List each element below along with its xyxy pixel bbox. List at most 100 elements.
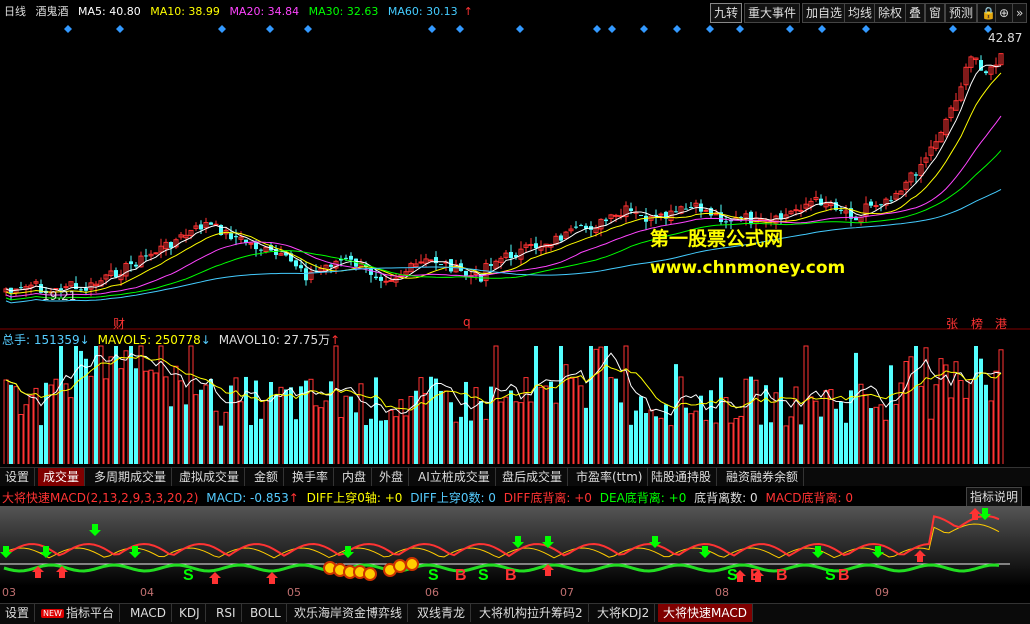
volume-bar-down — [819, 416, 823, 464]
tab-inner[interactable]: 内盘 — [337, 468, 373, 486]
tab-boll[interactable]: BOLL — [245, 604, 287, 622]
candle-down — [464, 270, 468, 276]
volume-bar-up — [163, 376, 169, 464]
zoom-icon[interactable]: ⊕ — [995, 3, 1014, 23]
volume-bar-up — [648, 409, 654, 464]
window-button[interactable]: 窗 — [925, 3, 946, 23]
tab-institution-chips[interactable]: 大将机构拉升筹码2 — [474, 604, 589, 622]
indicator-explain-button[interactable]: 指标说明 — [966, 487, 1023, 507]
add-fav-button[interactable]: 加自选 — [802, 3, 847, 23]
volume-bar-up — [498, 401, 504, 464]
finance-mark[interactable]: 财 — [113, 315, 125, 332]
event-diamond-icon — [456, 25, 464, 33]
indicator-title: 大将快速MACD(2,13,2,9,3,3,20,2) — [2, 491, 199, 505]
tab-double-dragon[interactable]: 双线青龙 — [412, 604, 472, 622]
tab-settings[interactable]: 设置 — [0, 468, 36, 486]
tab-kdj[interactable]: KDJ — [174, 604, 206, 622]
volume-bar-down — [914, 346, 918, 464]
volume-bar-up — [143, 370, 149, 464]
volume-bar-up — [893, 403, 899, 464]
adjust-button[interactable]: 除权 — [874, 3, 907, 23]
tab-rsi[interactable]: RSI — [211, 604, 242, 622]
volume-bar-down — [639, 396, 643, 464]
candle-up — [873, 205, 879, 208]
event-diamond-icon — [862, 25, 870, 33]
event-diamond-icon — [218, 25, 226, 33]
sell-signal-label: S — [727, 567, 738, 584]
volume-bar-up — [333, 345, 339, 464]
volume-bar-up — [503, 396, 509, 464]
q-mark[interactable]: q — [463, 315, 471, 329]
volume-bar-down — [249, 425, 253, 464]
events-button[interactable]: 重大事件 — [744, 3, 801, 23]
volume-bar-down — [844, 422, 848, 464]
volume-bar-up — [988, 400, 994, 464]
event-diamond-icon — [786, 25, 794, 33]
volume-bar-down — [559, 346, 563, 464]
volume-bar-up — [958, 379, 964, 464]
tab-volume[interactable]: 成交量 — [38, 468, 86, 486]
volume-bar-down — [589, 346, 593, 464]
candle-down — [259, 249, 263, 251]
tab-amount[interactable]: 金额 — [249, 468, 285, 486]
volume-bar-up — [523, 377, 529, 464]
jiuzhuan-button[interactable]: 九转 — [710, 3, 743, 23]
coin-icon — [405, 557, 419, 571]
volume-bar-up — [28, 395, 34, 464]
up-arrow-icon: ↑ — [463, 5, 473, 18]
candle-down — [169, 242, 173, 248]
tab-dajiang-kdj2[interactable]: 大将KDJ2 — [592, 604, 656, 622]
gang-mark[interactable]: 港 — [995, 315, 1007, 332]
diff-up-zero: DIFF上穿0轴: +0 — [306, 491, 403, 505]
zhang-mark[interactable]: 张 — [946, 315, 958, 332]
volume-bar-down — [534, 346, 538, 464]
volume-bar-up — [278, 386, 284, 464]
divergence-count: 底背离数: 0 — [694, 491, 758, 505]
volume-bar-up — [948, 397, 954, 464]
volume-bar-up — [943, 364, 949, 464]
volume-bar-up — [23, 404, 29, 464]
volume-bar-down — [449, 402, 453, 464]
volume-bar-down — [509, 390, 513, 464]
tab-indicator-platform[interactable]: NEW 指标平台 — [36, 604, 120, 622]
predict-button[interactable]: 预测 — [945, 3, 978, 23]
bang-mark[interactable]: 榜 — [971, 315, 983, 332]
volume-bar-down — [364, 425, 368, 464]
watermark-title: 第一股票公式网 — [650, 228, 784, 250]
candle-down — [209, 222, 213, 225]
coin-icon — [393, 559, 407, 573]
volume-bar-up — [108, 356, 114, 464]
tab-virtual-volume[interactable]: 虚拟成交量 — [174, 468, 246, 486]
tab-multi-period-volume[interactable]: 多周期成交量 — [89, 468, 173, 486]
macd-divergence: MACD底背离: 0 — [765, 491, 853, 505]
tab-happy-coast[interactable]: 欢乐海岸资金博弈线 — [289, 604, 409, 622]
tab-pe-ttm[interactable]: 市盈率(ttm) — [571, 468, 649, 486]
candle-down — [294, 260, 298, 267]
tab-indicator-settings[interactable]: 设置 — [0, 604, 36, 622]
candle-down — [579, 225, 583, 227]
expand-icon[interactable]: » — [1012, 3, 1028, 23]
tab-turnover[interactable]: 换手率 — [287, 468, 335, 486]
volume-bar-up — [738, 415, 744, 464]
tab-ai-volume[interactable]: AI立桩成交量 — [413, 468, 496, 486]
event-diamond-icon — [593, 25, 601, 33]
event-diamond-icon — [673, 25, 681, 33]
candle-down — [379, 276, 383, 281]
tab-macd[interactable]: MACD — [125, 604, 172, 622]
candle-down — [19, 287, 23, 289]
ma-button[interactable]: 均线 — [844, 3, 877, 23]
candle-down — [254, 242, 258, 250]
volume-bar-down — [59, 346, 63, 464]
volume-bar-up — [188, 345, 194, 464]
tab-northbound[interactable]: 陆股通持股 — [646, 468, 718, 486]
volume-bar-up — [753, 379, 759, 464]
tab-after-hours-volume[interactable]: 盘后成交量 — [497, 468, 569, 486]
tab-outer[interactable]: 外盘 — [374, 468, 410, 486]
tab-dajiang-fast-macd[interactable]: 大将快速MACD — [658, 604, 753, 622]
tab-margin[interactable]: 融资融券余额 — [721, 468, 805, 486]
volume-bar-down — [209, 378, 213, 464]
overlay-button[interactable]: 叠 — [905, 3, 926, 23]
candle-up — [383, 280, 389, 283]
x-tick: 05 — [287, 586, 301, 599]
volume-bar-up — [338, 417, 344, 464]
